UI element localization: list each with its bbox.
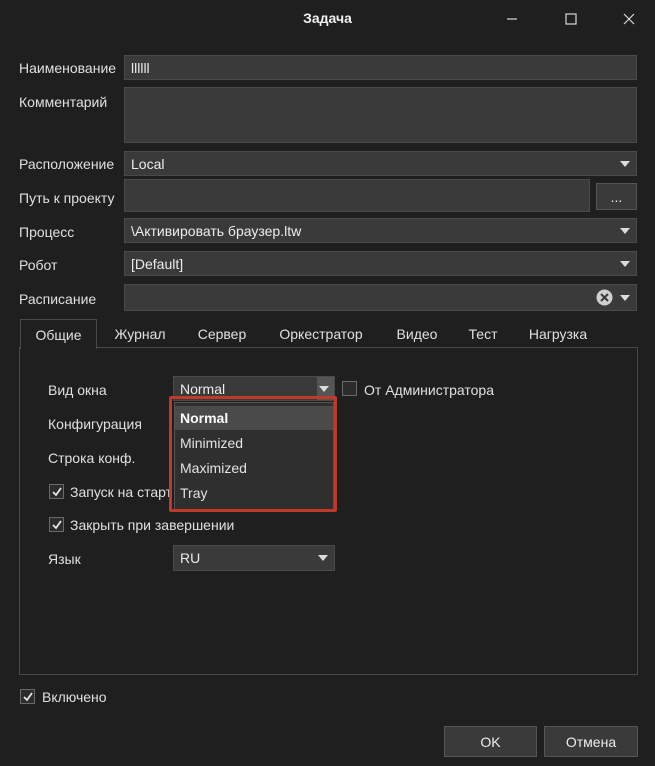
location-select[interactable]: Local xyxy=(124,151,637,176)
chevron-down-icon xyxy=(319,385,329,392)
close-on-finish-checkbox[interactable] xyxy=(49,517,64,532)
window-mode-value: Normal xyxy=(180,381,226,397)
schedule-label: Расписание xyxy=(19,291,97,307)
maximize-button[interactable] xyxy=(548,4,594,34)
comment-label: Комментарий xyxy=(19,94,108,110)
comment-textarea[interactable] xyxy=(124,87,637,143)
check-icon xyxy=(51,486,62,496)
cancel-button[interactable]: Отмена xyxy=(544,726,638,757)
check-icon xyxy=(22,691,33,701)
window-mode-label: Вид окна xyxy=(48,382,107,398)
tab-load[interactable]: Нагрузка xyxy=(518,319,598,348)
minimize-icon xyxy=(507,18,517,20)
robot-label: Робот xyxy=(19,257,58,273)
process-select[interactable]: \Активировать браузер.ltw xyxy=(124,218,637,243)
language-value: RU xyxy=(180,550,201,566)
browse-button[interactable]: ... xyxy=(596,183,637,210)
close-icon xyxy=(623,13,635,25)
check-icon xyxy=(51,519,62,529)
chevron-down-icon xyxy=(620,260,630,267)
language-select[interactable]: RU xyxy=(173,545,335,571)
process-value: \Активировать браузер.ltw xyxy=(131,223,302,239)
title-bar: Задача xyxy=(0,0,655,38)
tab-server[interactable]: Сервер xyxy=(188,319,256,348)
autostart-label: Запуск на старте xyxy=(70,484,170,500)
name-input[interactable]: llllll xyxy=(124,55,637,80)
ok-button-label: OK xyxy=(480,733,501,750)
tab-journal[interactable]: Журнал xyxy=(104,319,176,348)
highlight-frame xyxy=(169,396,337,512)
chevron-down-icon xyxy=(620,160,630,167)
enabled-label: Включено xyxy=(42,689,107,705)
tab-test[interactable]: Тест xyxy=(459,319,507,348)
chevron-down-icon xyxy=(620,294,630,301)
chevron-down-icon xyxy=(620,227,630,234)
admin-checkbox[interactable] xyxy=(342,381,357,396)
process-label: Процесс xyxy=(19,224,75,240)
robot-select[interactable]: [Default] xyxy=(124,251,637,276)
location-value: Local xyxy=(131,156,165,172)
maximize-icon xyxy=(565,13,577,25)
project-path-input[interactable] xyxy=(124,179,590,212)
tab-orchestrator[interactable]: Оркестратор xyxy=(268,319,374,348)
close-button[interactable] xyxy=(606,4,652,34)
autostart-checkbox[interactable] xyxy=(49,484,64,499)
close-on-finish-label: Закрыть при завершении xyxy=(70,517,235,533)
admin-label: От Администратора xyxy=(364,382,494,398)
ok-button[interactable]: OK xyxy=(444,726,537,757)
language-label: Язык xyxy=(48,551,81,567)
cancel-button-label: Отмена xyxy=(565,733,617,750)
name-label: Наименование xyxy=(19,60,117,76)
robot-value: [Default] xyxy=(131,256,184,272)
clear-icon[interactable] xyxy=(596,289,613,306)
config-label: Конфигурация xyxy=(48,416,142,432)
location-label: Расположение xyxy=(19,156,115,172)
tab-video[interactable]: Видео xyxy=(388,319,446,348)
schedule-select[interactable] xyxy=(124,284,637,311)
chevron-down-icon xyxy=(318,555,328,561)
enabled-checkbox[interactable] xyxy=(20,689,35,704)
config-string-label: Строка конф. xyxy=(48,450,136,466)
browse-button-label: ... xyxy=(610,188,623,205)
minimize-button[interactable] xyxy=(489,4,535,34)
project-path-label: Путь к проекту xyxy=(19,190,115,206)
tab-general[interactable]: Общие xyxy=(20,319,97,349)
